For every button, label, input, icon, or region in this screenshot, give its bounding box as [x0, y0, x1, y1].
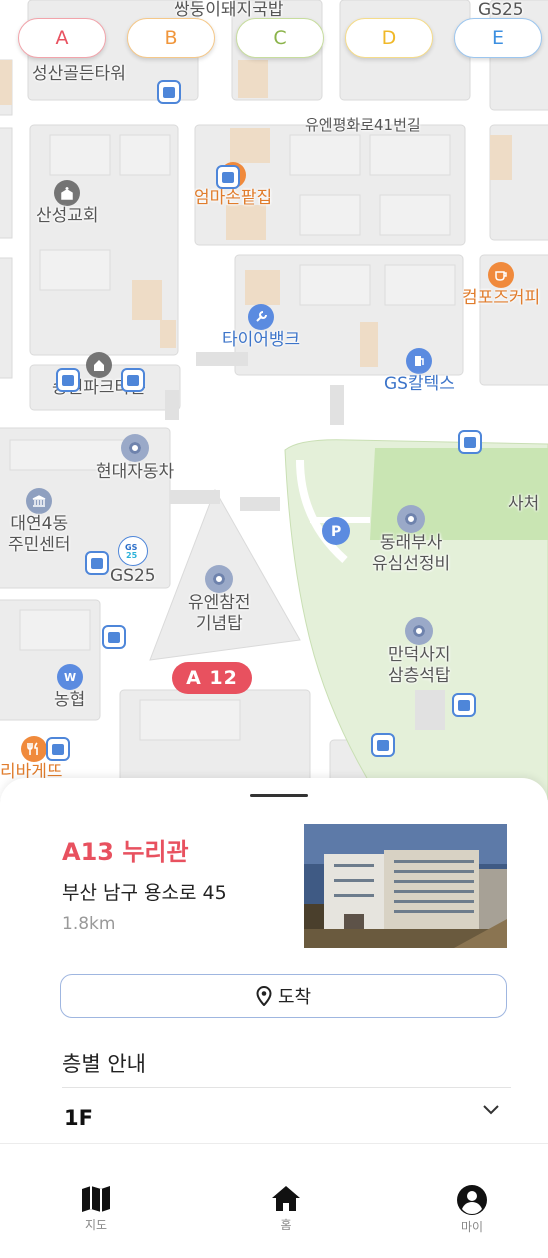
tab-label: 홈 [280, 1218, 292, 1232]
convenience-store-icon: GS 25 [117, 536, 148, 566]
bus-stop-icon[interactable] [216, 165, 240, 189]
coffee-icon [488, 262, 515, 288]
bus-stop-icon[interactable] [452, 693, 476, 717]
tab-map[interactable]: 지도 [66, 1184, 126, 1233]
floor-guide-title: 층별 안내 [62, 1052, 146, 1076]
poi-label: 삼층석탑 [388, 666, 451, 686]
bus-stop-icon[interactable] [56, 368, 80, 392]
road-label: 유엔평화로41번길 [305, 115, 421, 136]
gas-station-icon [406, 348, 433, 374]
church-icon [54, 180, 81, 206]
poi-label: 대연4동 [10, 514, 69, 534]
poi-label: 주민센터 [8, 535, 71, 555]
bus-stop-icon[interactable] [157, 80, 181, 104]
tab-home[interactable]: 홈 [256, 1184, 316, 1233]
poi-label: 현대자동차 [96, 462, 175, 482]
svg-text:25: 25 [126, 551, 138, 560]
poi-un-memorial[interactable]: 유엔참전 기념탑 [188, 565, 251, 635]
poi-label: 동래부사 [379, 533, 443, 553]
landmark-icon [405, 617, 434, 645]
place-detail-sheet: A13 누리관 부산 남구 용소로 45 1.8km 도착 층별 안내 1F [0, 778, 548, 1143]
poi-gs25[interactable]: GS 25 GS25 [110, 536, 156, 587]
poi-mandeok[interactable]: 만덕사지 삼층석탑 [388, 617, 451, 687]
divider [62, 1087, 511, 1088]
arrive-label: 도착 [277, 987, 312, 1008]
poi-label: 성산골든타워 [32, 64, 126, 84]
category-chip-d[interactable]: D [345, 18, 433, 58]
tab-label: 지도 [84, 1218, 108, 1232]
poi-label: 사처 [508, 494, 540, 514]
bus-stop-icon[interactable] [121, 368, 145, 392]
poi-label: 타이어뱅크 [222, 330, 301, 350]
bus-stop-icon[interactable] [85, 551, 109, 575]
poi-label: 산성교회 [36, 206, 99, 226]
poi-dongrae[interactable]: 동래부사 유심선정비 [372, 505, 450, 575]
bank-icon: W [56, 664, 83, 690]
poi-label: 기념탑 [195, 614, 243, 634]
sheet-drag-handle[interactable] [250, 794, 308, 797]
location-pin-icon [256, 986, 272, 1006]
floor-selector[interactable]: 1F [64, 1106, 93, 1130]
road-label-text: 유엔평화로41번길 [305, 116, 421, 134]
landmark-icon [121, 434, 150, 462]
poi-nonghyup[interactable]: W 농협 [54, 664, 85, 711]
building-marker-a12[interactable]: A 12 [172, 662, 252, 694]
landmark-icon [205, 565, 234, 593]
category-chip-b[interactable]: B [127, 18, 215, 58]
bus-stop-icon[interactable] [371, 733, 395, 757]
poi-label: 유심선정비 [372, 554, 451, 574]
parking-icon[interactable]: P [322, 517, 350, 545]
bus-stop-icon[interactable] [102, 625, 126, 649]
house-icon [85, 352, 112, 378]
poi-label: 엄마손팥집 [194, 188, 273, 208]
tab-my[interactable]: 마이 [442, 1184, 502, 1235]
poi-hyundai[interactable]: 현대자동차 [96, 434, 174, 483]
place-title: A13 누리관 [62, 838, 189, 866]
svg-text:P: P [331, 524, 341, 539]
poi-label: 만덕사지 [388, 645, 451, 665]
map-view[interactable]: 쌍둥이돼지국밥 GS25 성산골든타워 유엔평화로41번길 엄마손팥집 산성교회… [0, 0, 548, 800]
home-icon [272, 1186, 300, 1211]
category-chip-c[interactable]: C [236, 18, 324, 58]
svg-text:W: W [64, 671, 76, 684]
map-icon [82, 1186, 110, 1212]
landmark-icon [397, 505, 426, 533]
category-filter-bar: A B C D E [18, 18, 542, 58]
bus-stop-icon[interactable] [458, 430, 482, 454]
poi-label: GS칼텍스 [384, 374, 455, 394]
tab-label: 마이 [460, 1220, 484, 1234]
poi-compose[interactable]: 컴포즈커피 [462, 262, 540, 309]
poi-sacheol[interactable]: 사처 [508, 494, 539, 515]
place-distance: 1.8km [62, 914, 116, 934]
account-icon [457, 1185, 487, 1215]
government-icon [26, 488, 53, 514]
place-photo [304, 824, 507, 948]
poi-sanseong-church[interactable]: 산성교회 [36, 180, 99, 227]
chevron-down-icon[interactable] [482, 1104, 500, 1116]
poi-label: GS25 [110, 566, 156, 586]
bus-stop-icon[interactable] [46, 737, 70, 761]
poi-gs-caltex[interactable]: GS칼텍스 [384, 348, 455, 395]
arrive-button[interactable]: 도착 [60, 974, 507, 1018]
poi-label: 농협 [54, 690, 86, 710]
category-chip-a[interactable]: A [18, 18, 106, 58]
restaurant-icon [21, 736, 48, 762]
poi-label: 컴포즈커피 [462, 288, 541, 308]
poi-label: 유엔참전 [188, 593, 251, 613]
wrench-icon [248, 304, 275, 330]
bottom-tab-bar: 지도 홈 마이 [0, 1143, 548, 1258]
poi-seongsan[interactable]: 성산골든타워 [32, 64, 126, 85]
poi-daeyeon[interactable]: 대연4동 주민센터 [8, 488, 71, 556]
place-address: 부산 남구 용소로 45 [62, 882, 227, 904]
category-chip-e[interactable]: E [454, 18, 542, 58]
poi-tirebank[interactable]: 타이어뱅크 [222, 304, 300, 351]
